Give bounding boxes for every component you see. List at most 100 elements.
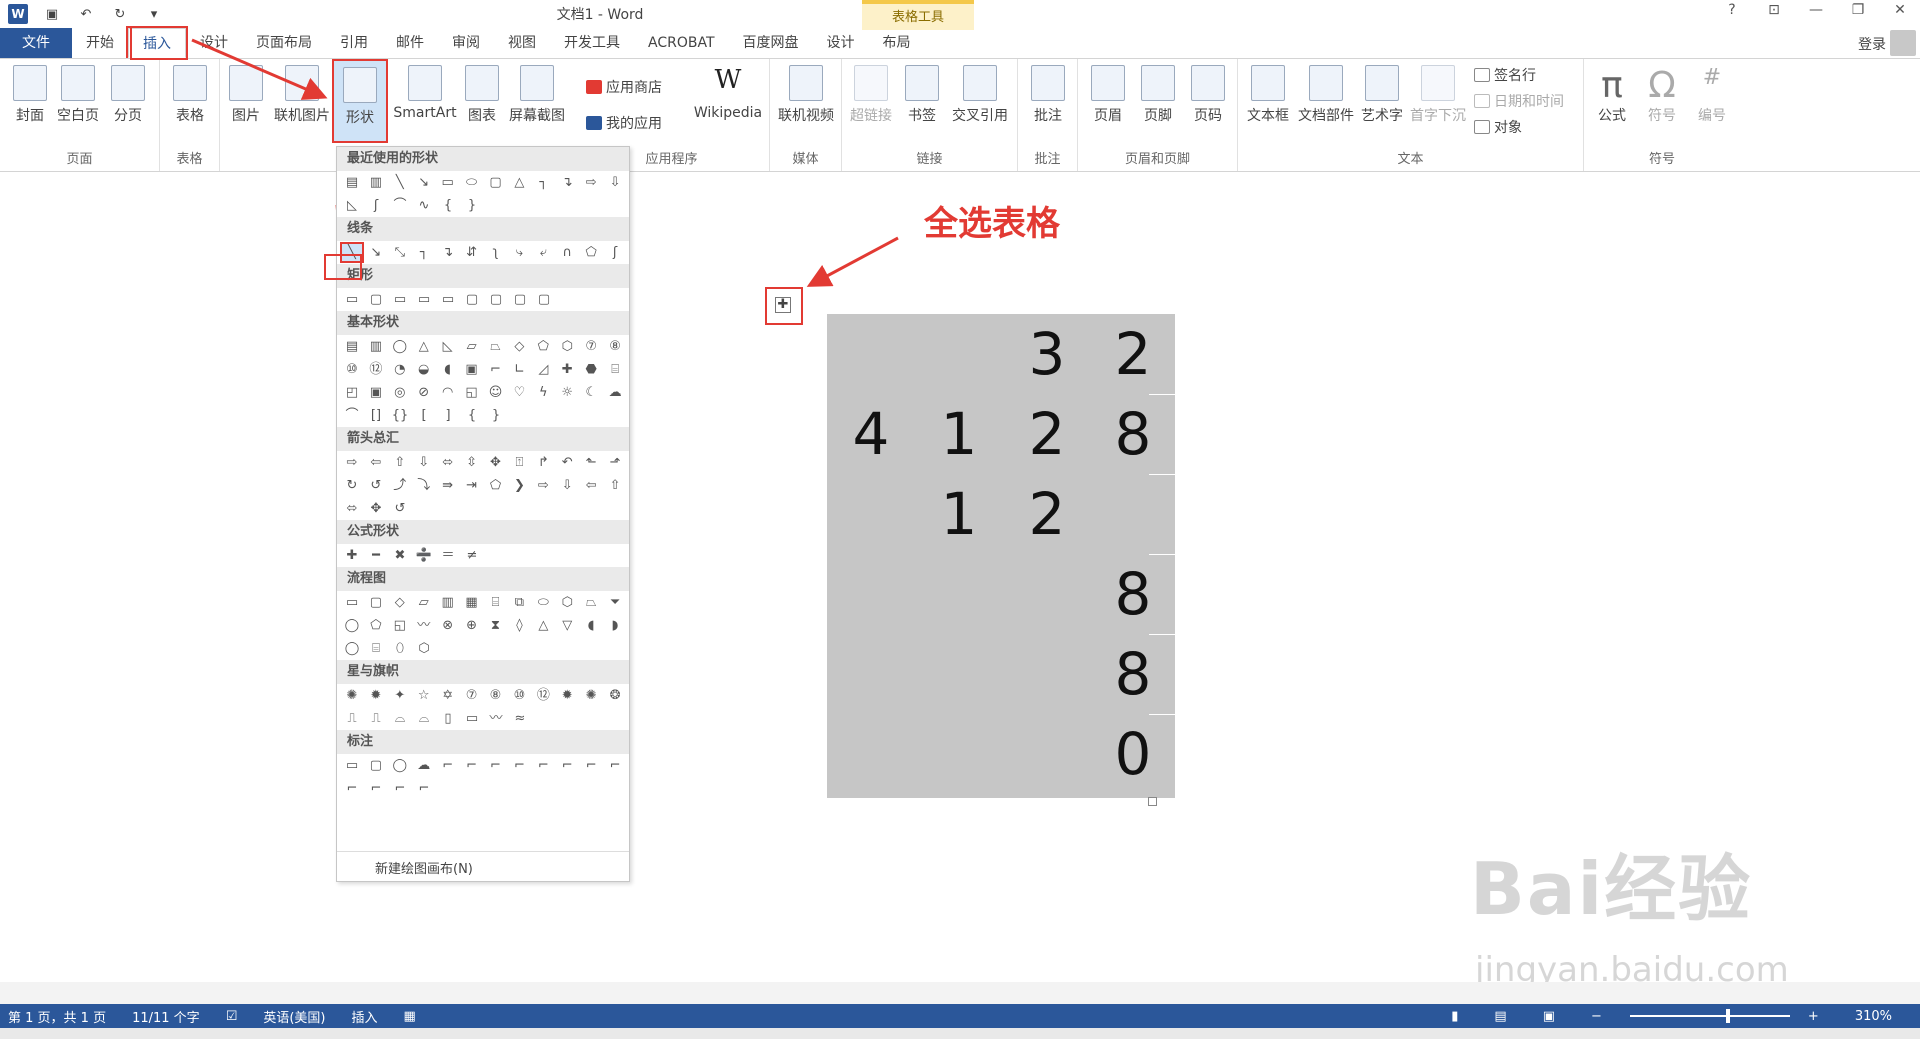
restore-button[interactable]: ❐: [1844, 2, 1872, 18]
not-equal-icon[interactable]: ≠: [462, 547, 482, 564]
heart-icon[interactable]: ♡: [509, 384, 529, 401]
table-cell[interactable]: 2: [1003, 474, 1091, 554]
footer-button[interactable]: 页脚: [1136, 65, 1180, 125]
vertical-textbox-shape-icon[interactable]: ▥: [366, 174, 386, 191]
curved-left-arrow-icon[interactable]: ↺: [366, 477, 386, 494]
pentagon-arrow-icon[interactable]: ⬠: [486, 477, 506, 494]
line-callout11-icon[interactable]: ⌐: [390, 780, 410, 797]
triangle-corner-icon[interactable]: ◺: [342, 197, 362, 214]
table-resize-handle[interactable]: [1148, 797, 1157, 806]
web-layout-icon[interactable]: ▣: [1543, 1009, 1555, 1024]
cover-page-button[interactable]: 封面: [8, 65, 52, 125]
tab-references[interactable]: 引用: [326, 28, 382, 58]
line-callout3-icon[interactable]: ⌐: [486, 757, 506, 774]
double-bracket-icon[interactable]: []: [366, 407, 386, 424]
chord-icon[interactable]: ◒: [414, 361, 434, 378]
lightning-bolt-icon[interactable]: ϟ: [533, 384, 553, 401]
flow-predefined-icon[interactable]: ▥: [438, 594, 458, 611]
pentagon-icon[interactable]: ⬠: [533, 338, 553, 355]
flow-summing-junction-icon[interactable]: ⊗: [438, 617, 458, 634]
left-right-callout-icon[interactable]: ⬄: [342, 500, 362, 517]
octagon-icon[interactable]: ⑧: [605, 338, 625, 355]
table-cell[interactable]: 8: [1089, 394, 1177, 474]
down-arrow-shape-icon[interactable]: ⇩: [605, 174, 625, 191]
elbow-arrow-icon[interactable]: ↴: [557, 174, 577, 191]
zoom-in-button[interactable]: +: [1808, 1009, 1819, 1024]
elbow-connector-icon[interactable]: ┐: [533, 174, 553, 191]
line-callout5-icon[interactable]: ⌐: [533, 757, 553, 774]
arc-basic-icon[interactable]: ⌒: [342, 407, 362, 424]
flow-document-icon[interactable]: ⌸: [486, 594, 506, 611]
oval-basic-icon[interactable]: ◯: [390, 338, 410, 355]
right-brace-icon[interactable]: }: [462, 197, 482, 214]
star5-icon[interactable]: ☆: [414, 687, 434, 704]
decagon-icon[interactable]: ⑩: [342, 361, 362, 378]
chart-button[interactable]: 图表: [462, 65, 502, 125]
read-mode-icon[interactable]: ▮: [1451, 1009, 1458, 1024]
table-cell[interactable]: 1: [915, 474, 1003, 554]
star4-icon[interactable]: ✦: [390, 687, 410, 704]
tab-view[interactable]: 视图: [494, 28, 550, 58]
login-link[interactable]: 登录: [1858, 34, 1886, 54]
left-brace-basic-icon[interactable]: {: [462, 407, 482, 424]
tab-file[interactable]: 文件: [0, 28, 72, 58]
snip-diagonal-rect-icon[interactable]: ▭: [438, 291, 458, 308]
isosceles-triangle-icon[interactable]: △: [414, 338, 434, 355]
screenshot-button[interactable]: 屏幕截图: [506, 65, 568, 125]
tab-table-design[interactable]: 设计: [813, 28, 869, 58]
table-cell[interactable]: 1: [915, 394, 1003, 474]
line-arrow-icon[interactable]: ↘: [366, 244, 386, 261]
minimize-button[interactable]: —: [1802, 2, 1830, 18]
tab-mailings[interactable]: 邮件: [382, 28, 438, 58]
double-arrow-line-icon[interactable]: ⤡: [390, 244, 410, 261]
equation-button[interactable]: π 公式: [1590, 65, 1634, 125]
blank-page-button[interactable]: 空白页: [54, 65, 102, 125]
textbox-button[interactable]: 文本框: [1242, 65, 1294, 125]
help-button[interactable]: ?: [1718, 2, 1746, 18]
table-cell[interactable]: 4: [827, 394, 915, 474]
snip-round-rect-icon[interactable]: ▢: [462, 291, 482, 308]
left-right-arrow-icon[interactable]: ⬄: [438, 454, 458, 471]
online-video-button[interactable]: 联机视频: [776, 65, 836, 125]
flow-terminator-icon[interactable]: ⬭: [533, 594, 553, 611]
rect-callout-icon[interactable]: ▭: [342, 757, 362, 774]
bent-arrow-icon[interactable]: ↱: [533, 454, 553, 471]
moon-icon[interactable]: ☾: [581, 384, 601, 401]
parallelogram-icon[interactable]: ▱: [462, 338, 482, 355]
flow-alt-process-icon[interactable]: ▢: [366, 594, 386, 611]
elbow-double-arrow-icon[interactable]: ⇵: [462, 244, 482, 261]
curved-connector-icon[interactable]: ʅ: [486, 244, 506, 261]
flow-extract-icon[interactable]: △: [533, 617, 553, 634]
star24-icon[interactable]: ✺: [581, 687, 601, 704]
rounded-rect-shape-icon[interactable]: ▢: [486, 174, 506, 191]
line-callout6-icon[interactable]: ⌐: [557, 757, 577, 774]
table-cell[interactable]: [827, 314, 915, 394]
line-callout10-icon[interactable]: ⌐: [366, 780, 386, 797]
minus-icon[interactable]: ━: [366, 547, 386, 564]
flow-manual-operation-icon[interactable]: ⏷: [605, 594, 625, 611]
object-button[interactable]: 对象: [1474, 117, 1522, 137]
left-up-arrow-icon[interactable]: ⬑: [581, 454, 601, 471]
table-cell[interactable]: 2: [1089, 314, 1177, 394]
striped-right-arrow-icon[interactable]: ⇛: [438, 477, 458, 494]
round-same-side-rect-icon[interactable]: ▢: [510, 291, 530, 308]
curved-arrow-connector-icon[interactable]: ⤷: [509, 244, 529, 261]
quad-callout-icon[interactable]: ✥: [366, 500, 386, 517]
down-arrow-icon[interactable]: ⇩: [414, 454, 434, 471]
flow-delay-icon[interactable]: ◗: [605, 617, 625, 634]
line-callout4-icon[interactable]: ⌐: [509, 757, 529, 774]
table-cell[interactable]: [1089, 474, 1177, 554]
explosion1-icon[interactable]: ✺: [342, 687, 362, 704]
line-shape-icon[interactable]: ╲: [390, 174, 410, 191]
word-count[interactable]: 11/11 个字: [132, 1007, 200, 1026]
round-one-corner-rect-icon[interactable]: ▢: [486, 291, 506, 308]
right-bracket-icon[interactable]: ]: [438, 407, 458, 424]
pictures-button[interactable]: 图片: [226, 65, 266, 125]
flow-collate-icon[interactable]: ⧗: [486, 617, 506, 634]
line-callout2-icon[interactable]: ⌐: [462, 757, 482, 774]
plus-shape-icon[interactable]: ✚: [557, 361, 577, 378]
user-avatar-icon[interactable]: [1890, 30, 1916, 56]
table-cell[interactable]: [827, 474, 915, 554]
line-callout7-icon[interactable]: ⌐: [581, 757, 601, 774]
star6-icon[interactable]: ✡: [438, 687, 458, 704]
